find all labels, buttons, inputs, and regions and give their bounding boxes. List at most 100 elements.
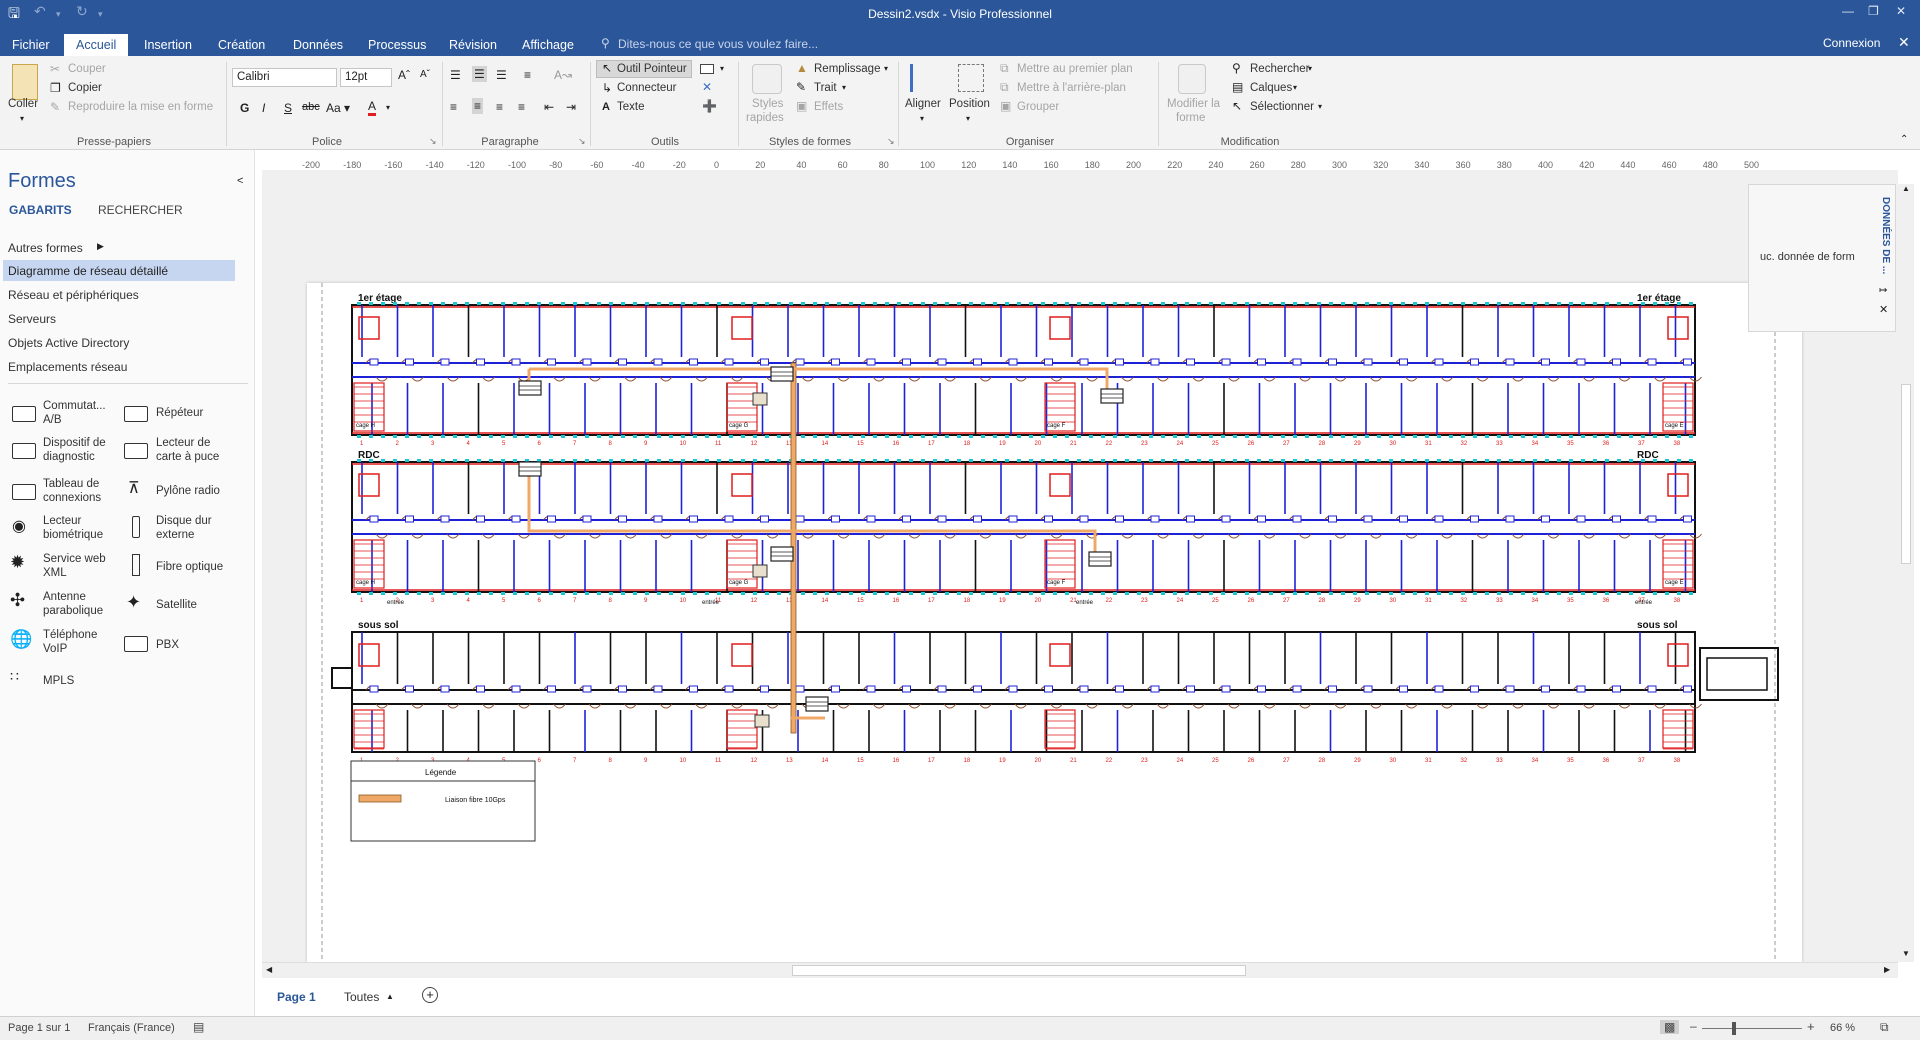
mpls-icon[interactable]: ∷ [10, 668, 19, 685]
format-painter-icon[interactable]: ✎ [50, 100, 60, 114]
pointer-tool-button[interactable]: Outil Pointeur [617, 63, 687, 75]
font-dialog-launcher-icon[interactable]: ↘ [429, 136, 437, 147]
align-button[interactable]: Aligner [905, 98, 941, 110]
drawing-page[interactable]: 1er étage 1er étage 1 2 3 4 5 6 7 8 9 10 11 12 13 14 15 1… [307, 283, 1802, 962]
close-window-icon[interactable]: ✕ [1896, 4, 1906, 18]
tab-fichier[interactable]: Fichier [0, 34, 62, 56]
shape-label[interactable]: Dispositif de diagnostic [43, 436, 113, 464]
position-dropdown-icon[interactable]: ▾ [966, 114, 970, 123]
align-shapes-icon[interactable] [910, 64, 936, 92]
shape-label[interactable]: Fibre optique [156, 560, 236, 574]
tell-me-search[interactable]: Dites-nous ce que vous voulez faire... [618, 37, 818, 51]
quick-styles-icon[interactable] [752, 64, 782, 94]
effects-button[interactable]: Effets [814, 101, 843, 113]
tab-accueil[interactable]: Accueil [64, 34, 129, 56]
send-back-icon[interactable]: ⧉ [1000, 80, 1009, 95]
line-icon[interactable]: ✎ [796, 80, 806, 94]
add-page-icon[interactable]: + [422, 987, 438, 1003]
stencil-item-network-locations[interactable]: Emplacements réseau [8, 360, 127, 374]
scroll-up-icon[interactable]: ▲ [1902, 184, 1910, 193]
patch-panel-icon[interactable] [12, 484, 36, 500]
align-middle-icon[interactable]: ☰ [472, 66, 487, 82]
font-color-icon[interactable]: A [368, 100, 377, 116]
restore-icon[interactable]: ❐ [1868, 4, 1879, 18]
italic-icon[interactable]: I [262, 101, 265, 115]
scroll-left-icon[interactable]: ◀ [266, 965, 272, 974]
font-color-dropdown-icon[interactable]: ▾ [386, 103, 390, 112]
group-button[interactable]: Grouper [1017, 101, 1059, 113]
shrink-font-icon[interactable]: Aˇ [420, 69, 430, 80]
change-shape-icon[interactable] [1178, 64, 1206, 94]
fill-icon[interactable]: ▲ [796, 61, 808, 75]
quick-styles-label-1[interactable]: Styles [752, 98, 783, 110]
presentation-mode-icon[interactable]: ▩ [1660, 1020, 1680, 1034]
underline-icon[interactable]: S [284, 101, 292, 115]
text-tool-icon[interactable]: A [602, 101, 610, 113]
diagnostic-device-icon[interactable] [12, 443, 36, 459]
radio-tower-icon[interactable]: ⊼ [128, 478, 140, 498]
stencil-item-active-directory[interactable]: Objets Active Directory [8, 336, 129, 350]
position-button[interactable]: Position [949, 98, 990, 110]
zoom-slider[interactable] [1702, 1028, 1802, 1029]
shape-label[interactable]: Téléphone VoIP [43, 628, 113, 656]
shape-label[interactable]: Service web XML [43, 552, 113, 580]
shape-label[interactable]: Disque dur externe [156, 514, 236, 542]
send-to-back-button[interactable]: Mettre à l'arrière-plan [1017, 82, 1126, 94]
shape-label[interactable]: MPLS [43, 674, 113, 688]
layers-button[interactable]: Calques [1250, 82, 1292, 94]
collapse-ribbon-icon[interactable]: ⌃ [1900, 134, 1908, 145]
case-icon[interactable]: Aa ▾ [326, 101, 350, 115]
line-dropdown-icon[interactable]: ▾ [842, 83, 846, 92]
zoom-in-icon[interactable]: + [1807, 1019, 1815, 1034]
horizontal-scroll-thumb[interactable] [792, 965, 1246, 976]
shape-label[interactable]: Lecteur biométrique [43, 514, 113, 542]
tab-processus[interactable]: Processus [356, 34, 438, 56]
text-tool-button[interactable]: Texte [617, 101, 645, 113]
position-icon[interactable] [958, 64, 984, 92]
repeater-icon[interactable] [124, 406, 148, 422]
increase-indent-icon[interactable]: ⇥ [566, 100, 576, 114]
zoom-out-icon[interactable]: – [1690, 1019, 1697, 1033]
language-status[interactable]: Français (France) [88, 1022, 175, 1034]
satellite-icon[interactable]: ✦ [126, 592, 141, 613]
external-drive-icon[interactable] [132, 516, 140, 538]
all-pages-button[interactable]: Toutes [344, 990, 379, 1004]
find-dropdown-icon[interactable]: ▾ [1308, 64, 1312, 73]
text-block-icon[interactable]: ➕ [702, 99, 717, 113]
styles-dialog-launcher-icon[interactable]: ↘ [887, 136, 895, 147]
paste-icon[interactable] [12, 64, 38, 100]
text-direction-icon[interactable]: A↝ [554, 68, 572, 82]
smart-card-reader-icon[interactable] [124, 443, 148, 459]
voip-phone-icon[interactable]: 🌐 [10, 629, 32, 650]
pointer-icon[interactable]: ↖ [602, 61, 612, 75]
zoom-level[interactable]: 66 % [1830, 1022, 1855, 1034]
macro-icon[interactable]: ▤ [193, 1020, 204, 1034]
paragraph-dialog-launcher-icon[interactable]: ↘ [578, 136, 586, 147]
stencil-item-network-peripherals[interactable]: Réseau et périphériques [8, 288, 139, 302]
horizontal-scrollbar[interactable]: ◀ ▶ [262, 962, 1898, 978]
shape-label[interactable]: Répéteur [156, 406, 246, 420]
align-top-icon[interactable]: ☰ [450, 68, 461, 82]
shape-label[interactable]: Commutat... A/B [43, 399, 113, 427]
tab-stencils[interactable]: GABARITS [9, 203, 72, 217]
page-tab-1[interactable]: Page 1 [277, 990, 316, 1004]
line-button[interactable]: Trait [814, 82, 837, 94]
bold-icon[interactable]: G [240, 101, 249, 115]
paste-dropdown-icon[interactable]: ▾ [20, 114, 24, 123]
cut-button[interactable]: Couper [68, 63, 106, 75]
effects-icon[interactable]: ▣ [796, 99, 807, 113]
more-shapes-menu[interactable]: Autres formes [8, 241, 83, 255]
font-size-combo[interactable]: 12pt [340, 68, 392, 87]
shape-label[interactable]: Antenne parabolique [43, 590, 113, 618]
dish-antenna-icon[interactable]: ✣ [10, 590, 25, 611]
floor-plan-drawing[interactable]: 1er étage 1er étage1 2 3 4 5 6 7 8 9 10 11 12 13 14 15 1… [307, 283, 1802, 962]
cut-icon[interactable]: ✂ [50, 62, 60, 76]
connector-tool-button[interactable]: Connecteur [617, 82, 676, 94]
rectangle-icon[interactable] [700, 64, 714, 74]
format-painter-button[interactable]: Reproduire la mise en forme [68, 101, 213, 113]
tab-insertion[interactable]: Insertion [132, 34, 204, 56]
copy-button[interactable]: Copier [68, 82, 102, 94]
fill-dropdown-icon[interactable]: ▾ [884, 64, 888, 73]
align-bottom-icon[interactable]: ☰ [496, 68, 507, 82]
decrease-indent-icon[interactable]: ⇤ [544, 100, 554, 114]
